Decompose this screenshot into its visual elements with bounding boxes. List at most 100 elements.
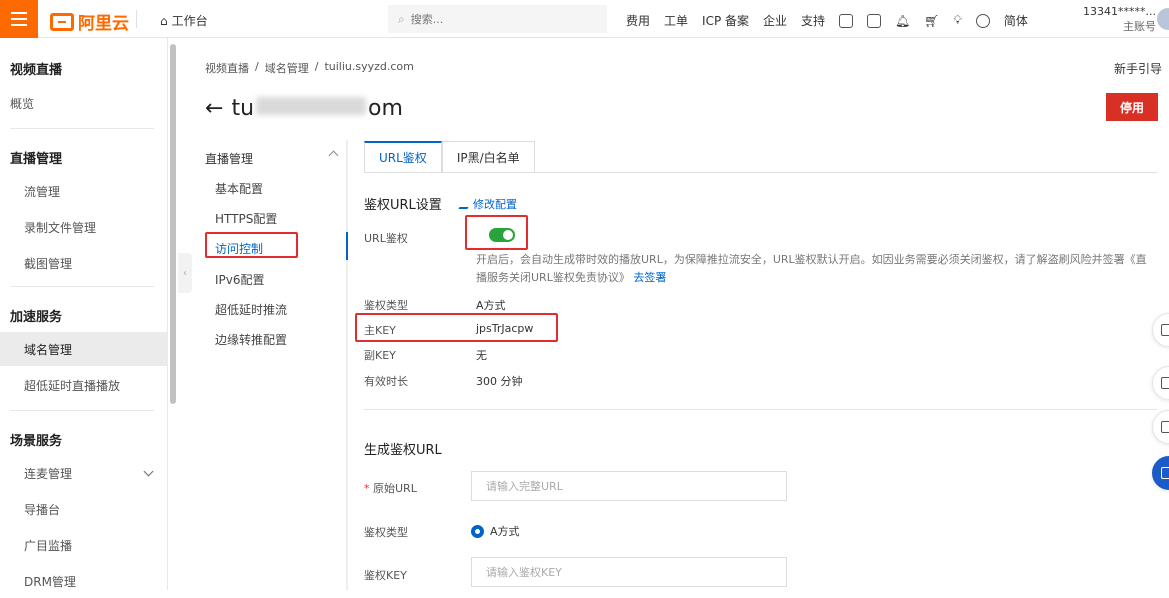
link-support[interactable]: 支持 [801,12,825,29]
search-input[interactable] [410,12,581,26]
tab-ip-list[interactable]: IP黑/白名单 [441,141,535,173]
highlight-box [205,232,298,258]
sidebar-item-low-latency-play[interactable]: 超低延时直播播放 [0,368,168,402]
avatar[interactable] [1157,8,1169,30]
sidebar-collapse-button[interactable]: ‹ [178,253,192,293]
language-switch[interactable]: 简体 [1004,12,1028,29]
chevron-left-icon: ‹ [183,267,187,279]
sidebar-scrollbar[interactable] [170,44,176,404]
subnav-item-edge-relay[interactable]: 边缘转推配置 [215,331,287,348]
subnav-item-https[interactable]: HTTPS配置 [215,210,277,227]
link-enterprise[interactable]: 企业 [763,12,787,29]
tab-underline [364,172,1157,173]
logo-text: 阿里云 [78,14,129,34]
page-title: ← tu om [205,96,403,121]
sidebar-item-domains[interactable]: 域名管理 [0,332,168,366]
subnav-active-indicator [346,232,348,260]
auth-key-input[interactable] [471,557,787,587]
breadcrumb-separator: / [314,60,319,73]
subnav-item-basic[interactable]: 基本配置 [215,180,263,197]
breadcrumb-separator: / [255,60,259,73]
float-doc-button[interactable] [1152,366,1169,400]
account-info[interactable]: 13341*****... 主账号 [1080,4,1156,34]
title-prefix: tu [231,96,255,121]
account-type: 主账号 [1123,20,1156,33]
workbench-link[interactable]: ⌂ 工作台 [160,12,208,29]
sidebar-item-label: 连麦管理 [24,466,73,481]
home-icon: ⌂ [160,13,168,28]
float-feedback-button[interactable] [1152,410,1169,444]
sidebar-group-title: 场景服务 [10,434,63,449]
sidebar-item-stream[interactable]: 流管理 [0,174,168,208]
highlight-box [465,215,528,250]
page-title-text: tu om [231,96,402,121]
breadcrumb: 视频直播 / 域名管理 / tuiliu.syyzd.com [205,60,414,76]
sidebar-group-title: 直播管理 [10,152,63,167]
breadcrumb-item[interactable]: 域名管理 [265,60,309,76]
float-apps-button[interactable] [1152,456,1169,490]
description-text: 开启后，会自动生成带时效的播放URL，为保障推拉流安全，URL鉴权默认开启。如因… [476,253,1147,284]
sidebar-product-title: 视频直播 [10,63,63,78]
title-suffix: om [368,96,403,121]
help-icon[interactable] [975,13,990,28]
back-arrow-icon[interactable]: ← [205,96,223,121]
auth-settings-title: 鉴权URL设置 [364,198,442,213]
sidebar-item-recordings[interactable]: 录制文件管理 [0,210,168,244]
app-icon[interactable] [839,13,854,28]
subnav-item-low-latency[interactable]: 超低延时推流 [215,301,287,318]
feedback-icon [1161,421,1169,433]
breadcrumb-item: tuiliu.syyzd.com [324,60,414,73]
tab-url-auth[interactable]: URL鉴权 [364,141,442,173]
sign-agreement-link[interactable]: 去签署 [633,271,666,284]
generate-title: 生成鉴权URL [364,443,442,458]
sidebar-item-snapshots[interactable]: 截图管理 [0,246,168,280]
sidebar-divider [10,410,154,411]
cart-icon[interactable]: 🛒︎ [924,14,939,28]
radio-label: A方式 [490,525,520,538]
logo[interactable]: 阿里云 [50,9,129,34]
link-billing[interactable]: 费用 [626,12,650,29]
aliyun-logo-icon [50,12,74,31]
edit-config-link[interactable]: 修改配置 [458,196,517,212]
chevron-down-icon [143,466,154,477]
required-marker: * [364,482,370,495]
section-divider [364,409,1157,410]
auth-key-label: 鉴权KEY [364,569,407,582]
stop-button[interactable]: 停用 [1106,93,1158,121]
link-ticket[interactable]: 工单 [664,12,688,29]
original-url-label: * 原始URL [364,480,417,496]
auth-type-radio[interactable]: A方式 [471,523,520,539]
url-auth-description: 开启后，会自动生成带时效的播放URL，为保障推拉流安全，URL鉴权默认开启。如因… [476,251,1156,287]
search-box[interactable]: ⌕ [388,5,607,33]
original-url-input[interactable] [471,471,787,501]
document-icon [1161,377,1169,389]
subnav-item-ipv6[interactable]: IPv6配置 [215,271,265,288]
field-label: 副KEY [364,349,396,362]
float-edit-button[interactable] [1152,313,1169,347]
menu-icon[interactable] [0,0,38,38]
link-icp[interactable]: ICP 备案 [702,12,749,29]
divider [136,10,137,28]
sidebar-item-co-stream[interactable]: 连麦管理 [0,456,168,490]
sidebar-divider [10,128,154,129]
highlight-box [355,313,558,342]
label-text: 原始URL [373,482,417,495]
guide-link[interactable]: 新手引导 [1114,60,1162,77]
lightbulb-icon[interactable]: 💡︎ [954,13,962,28]
auth-type-label: 鉴权类型 [364,526,408,539]
sidebar-group-title: 加速服务 [10,310,63,325]
pencil-icon [458,199,473,209]
subnav-group-label: 直播管理 [205,152,254,166]
sidebar-item-director[interactable]: 导播台 [0,492,168,526]
sidebar-item-overview[interactable]: 概览 [0,86,168,120]
terminal-icon[interactable] [867,13,882,28]
redacted-blur [256,97,367,115]
breadcrumb-item[interactable]: 视频直播 [205,60,249,76]
bell-icon[interactable]: 🔔︎ [895,14,910,28]
radio-checked-icon [471,524,484,538]
search-icon: ⌕ [398,11,405,26]
field-value: 300 分钟 [476,375,523,388]
sidebar-item-drm[interactable]: DRM管理 [0,564,168,598]
subnav-group[interactable]: 直播管理 [205,150,339,167]
sidebar-item-monitor[interactable]: 广目监播 [0,528,168,562]
